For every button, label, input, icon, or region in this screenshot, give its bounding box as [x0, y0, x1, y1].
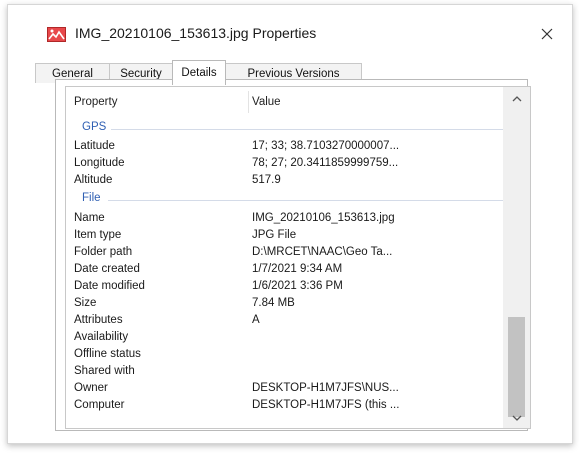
list-item[interactable]: Offline status: [66, 347, 503, 364]
list-item[interactable]: Item type JPG File: [66, 228, 503, 245]
properties-list[interactable]: Property Value GPS Latitude 17; 33; 38.7…: [65, 86, 531, 429]
property-name: Date created: [74, 263, 140, 275]
property-name: Folder path: [74, 246, 133, 258]
property-name: Availability: [74, 331, 129, 343]
property-value: 78; 27; 20.3411859999759...: [252, 157, 399, 169]
list-item[interactable]: Altitude 517.9: [66, 173, 503, 190]
property-value: IMG_20210106_153613.jpg: [252, 212, 395, 224]
scroll-thumb[interactable]: [508, 317, 525, 417]
list-item[interactable]: Name IMG_20210106_153613.jpg: [66, 211, 503, 228]
close-icon: [541, 28, 553, 40]
property-value: DESKTOP-H1M7JFS\NUS...: [252, 382, 399, 394]
property-value: 517.9: [252, 174, 281, 186]
list-header: Property Value: [66, 87, 503, 117]
property-value: 1/6/2021 3:36 PM: [252, 280, 343, 292]
property-name: Altitude: [74, 174, 113, 186]
property-name: Attributes: [74, 314, 123, 326]
property-name: Shared with: [74, 365, 135, 377]
list-item[interactable]: Shared with: [66, 364, 503, 381]
property-value: D:\MRCET\NAAC\Geo Ta...: [252, 246, 393, 258]
group-header-file: File: [66, 192, 503, 209]
tab-details[interactable]: Details: [172, 60, 226, 85]
property-name: Name: [74, 212, 105, 224]
list-item[interactable]: Owner DESKTOP-H1M7JFS\NUS...: [66, 381, 503, 398]
group-title-file: File: [82, 192, 105, 204]
list-item[interactable]: Latitude 17; 33; 38.7103270000007...: [66, 139, 503, 156]
property-value: JPG File: [252, 229, 297, 241]
list-item[interactable]: Attributes A: [66, 313, 503, 330]
vertical-scrollbar[interactable]: [503, 87, 530, 428]
title-bar[interactable]: IMG_20210106_153613.jpg Properties: [8, 5, 572, 55]
list-item[interactable]: Folder path D:\MRCET\NAAC\Geo Ta...: [66, 245, 503, 262]
property-value: 17; 33; 38.7103270000007...: [252, 140, 400, 152]
chevron-down-icon: [512, 415, 521, 421]
property-value: 1/7/2021 9:34 AM: [252, 263, 343, 275]
column-header-value[interactable]: Value: [252, 96, 281, 108]
column-header-property[interactable]: Property: [74, 96, 117, 108]
list-item[interactable]: Computer DESKTOP-H1M7JFS (this ...: [66, 398, 503, 415]
property-value: A: [252, 314, 260, 326]
window-title: IMG_20210106_153613.jpg Properties: [75, 25, 317, 41]
scroll-down-button[interactable]: [503, 408, 530, 428]
list-item[interactable]: Availability: [66, 330, 503, 347]
list-item[interactable]: Date modified 1/6/2021 3:36 PM: [66, 279, 503, 296]
chevron-up-icon: [512, 96, 521, 102]
property-name: Longitude: [74, 157, 125, 169]
property-name: Offline status: [74, 348, 141, 360]
group-divider: [111, 129, 503, 130]
group-divider: [108, 200, 503, 201]
property-name: Date modified: [74, 280, 145, 292]
scroll-up-button[interactable]: [503, 89, 530, 109]
image-file-icon: [47, 27, 66, 42]
group-header-gps: GPS: [66, 121, 503, 138]
property-name: Owner: [74, 382, 108, 394]
list-item[interactable]: Longitude 78; 27; 20.3411859999759...: [66, 156, 503, 173]
column-divider[interactable]: [248, 91, 249, 113]
property-value: DESKTOP-H1M7JFS (this ...: [252, 399, 400, 411]
group-title-gps: GPS: [82, 121, 111, 133]
list-item[interactable]: Date created 1/7/2021 9:34 AM: [66, 262, 503, 279]
property-name: Size: [74, 297, 97, 309]
property-value: 7.84 MB: [252, 297, 295, 309]
property-name: Item type: [74, 229, 122, 241]
property-name: Latitude: [74, 140, 115, 152]
close-button[interactable]: [536, 24, 558, 44]
property-name: Computer: [74, 399, 125, 411]
list-item[interactable]: Size 7.84 MB: [66, 296, 503, 313]
